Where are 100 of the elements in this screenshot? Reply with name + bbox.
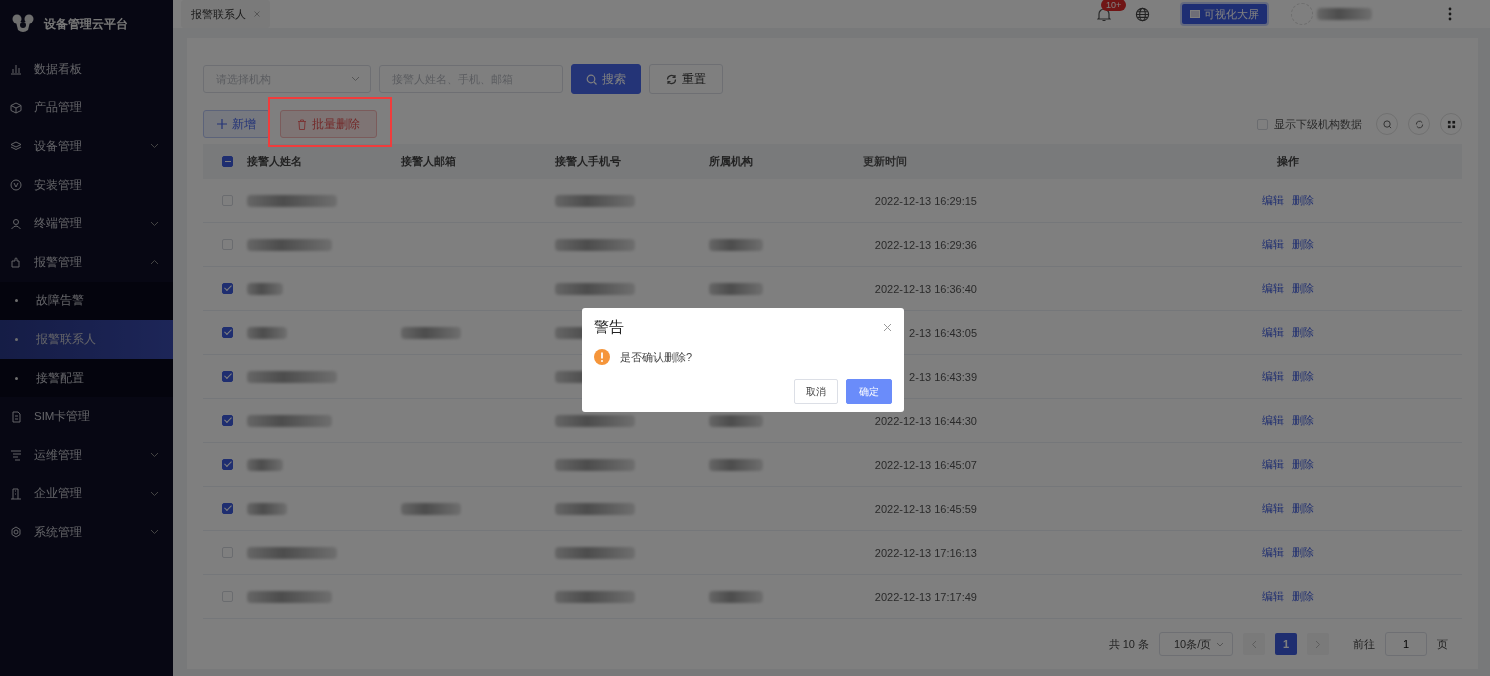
list-icon — [10, 449, 22, 462]
table-cell: 2-13 16:43:05 — [909, 326, 977, 339]
batch-delete-button[interactable]: 批量删除 — [280, 110, 377, 138]
sidebar-item[interactable]: 设备管理 — [0, 127, 173, 166]
sidebar-item[interactable]: 企业管理 — [0, 474, 173, 514]
page-unit: 页 — [1437, 636, 1448, 652]
dashboard-button[interactable]: 可视化大屏 — [1180, 2, 1269, 26]
bell-icon[interactable] — [1097, 6, 1111, 22]
sidebar-subitem[interactable]: 报警联系人 — [0, 320, 173, 359]
action-link[interactable]: 删除 — [1291, 281, 1314, 296]
table-cell: 2022-12-13 17:17:49 — [874, 590, 977, 603]
action-link[interactable]: 编辑 — [1261, 193, 1284, 208]
action-link[interactable]: 删除 — [1291, 589, 1314, 604]
search-icon-button[interactable] — [1376, 113, 1398, 135]
table-cell: 2022-12-13 16:29:36 — [874, 238, 977, 251]
sidebar-item[interactable]: 产品管理 — [0, 88, 173, 128]
blurred-text — [1317, 8, 1372, 20]
sidebar-item[interactable]: 运维管理 — [0, 435, 173, 475]
blurred-text — [709, 238, 763, 251]
refresh-icon — [1414, 119, 1424, 129]
action-link[interactable]: 编辑 — [1261, 545, 1284, 560]
sidebar-item[interactable]: 数据看板 — [0, 50, 173, 89]
blurred-text — [709, 590, 763, 603]
globe-icon[interactable] — [1135, 6, 1150, 22]
action-link[interactable]: 删除 — [1291, 369, 1314, 384]
plus-icon — [217, 119, 227, 129]
row-checkbox[interactable] — [222, 503, 233, 514]
row-checkbox[interactable] — [222, 415, 233, 426]
table-cell: 2022-12-13 16:45:07 — [874, 458, 977, 471]
action-link[interactable]: 删除 — [1291, 413, 1314, 428]
action-link[interactable]: 编辑 — [1261, 413, 1284, 428]
chevron-down-icon — [1216, 641, 1224, 647]
chevron-down-icon — [150, 490, 159, 497]
action-link[interactable]: 删除 — [1291, 501, 1314, 516]
row-checkbox[interactable] — [222, 327, 233, 338]
checkbox-label: 显示下级机构数据 — [1274, 116, 1362, 132]
column-header: 接警人姓名 — [247, 154, 303, 169]
page-button[interactable]: 1 — [1275, 633, 1297, 655]
warning-icon — [594, 349, 610, 365]
close-icon[interactable] — [254, 11, 260, 17]
action-link[interactable]: 编辑 — [1261, 281, 1284, 296]
add-button[interactable]: 新增 — [203, 110, 270, 138]
row-checkbox[interactable] — [222, 283, 233, 294]
refresh-icon-button[interactable] — [1408, 113, 1430, 135]
sidebar-item[interactable]: 系统管理 — [0, 513, 173, 552]
chevron-down-icon — [150, 220, 159, 227]
table-cell: 2-13 16:43:39 — [909, 370, 977, 383]
bullet-icon — [15, 337, 18, 341]
sidebar-item[interactable]: 安装管理 — [0, 165, 173, 205]
cube-icon — [10, 101, 22, 114]
column-header: 接警人邮箱 — [401, 154, 457, 169]
blurred-text — [709, 458, 763, 471]
blurred-text — [709, 414, 763, 427]
page-size-select[interactable]: 10条/页 — [1159, 632, 1233, 656]
cancel-button[interactable]: 取消 — [794, 379, 838, 404]
bullet-icon — [15, 299, 18, 303]
action-link[interactable]: 编辑 — [1261, 325, 1284, 340]
more-icon[interactable] — [1448, 7, 1452, 21]
sidebar-item[interactable]: 终端管理 — [0, 204, 173, 243]
row-checkbox[interactable] — [222, 459, 233, 470]
action-link[interactable]: 编辑 — [1261, 501, 1284, 516]
action-link[interactable]: 编辑 — [1261, 369, 1284, 384]
action-link[interactable]: 编辑 — [1261, 237, 1284, 252]
select-all-checkbox[interactable] — [222, 156, 233, 167]
action-link[interactable]: 删除 — [1291, 457, 1314, 472]
gear-icon — [10, 526, 22, 539]
action-link[interactable]: 编辑 — [1261, 589, 1284, 604]
logo-icon — [12, 14, 34, 34]
grid-icon-button[interactable] — [1440, 113, 1462, 135]
action-link[interactable]: 删除 — [1291, 237, 1314, 252]
search-icon — [1382, 119, 1392, 129]
blurred-text — [401, 326, 461, 339]
action-link[interactable]: 删除 — [1291, 193, 1314, 208]
table-cell: 2022-12-13 16:29:15 — [874, 194, 977, 207]
search-button[interactable]: 搜索 — [571, 64, 641, 94]
action-link[interactable]: 编辑 — [1261, 457, 1284, 472]
sidebar-item[interactable]: SIM卡管理 — [0, 397, 173, 436]
sidebar-item[interactable]: 报警管理 — [0, 242, 173, 282]
action-link[interactable]: 删除 — [1291, 545, 1314, 560]
user-icon — [10, 217, 22, 230]
row-checkbox[interactable] — [222, 371, 233, 382]
total-count: 共 10 条 — [1108, 636, 1149, 652]
close-icon[interactable] — [883, 323, 892, 332]
table-cell: 2022-12-13 16:45:59 — [874, 502, 977, 515]
chevron-left-icon — [1251, 639, 1257, 649]
goto-label: 前往 — [1353, 636, 1375, 652]
grid-icon — [1446, 119, 1456, 129]
column-header: 更新时间 — [863, 154, 908, 169]
layers-icon — [10, 140, 22, 153]
column-header: 接警人手机号 — [555, 154, 622, 169]
column-header: 所属机构 — [709, 154, 754, 169]
shield-icon — [10, 179, 22, 192]
action-link[interactable]: 删除 — [1291, 325, 1314, 340]
bar-chart-icon — [10, 63, 22, 76]
reset-button[interactable]: 重置 — [649, 64, 723, 94]
refresh-icon — [666, 73, 677, 85]
page-number-field[interactable]: 1 — [1385, 632, 1427, 656]
page-tab[interactable]: 报警联系人 — [181, 0, 270, 28]
blurred-text — [247, 458, 283, 471]
confirm-button[interactable]: 确定 — [846, 379, 892, 404]
